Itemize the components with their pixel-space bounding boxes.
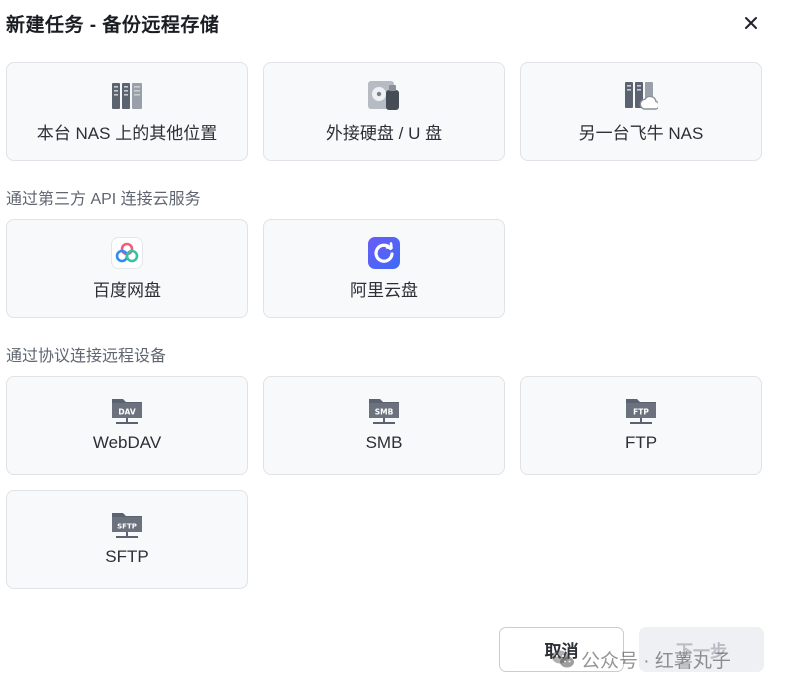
svg-text:FTP: FTP xyxy=(633,408,649,417)
close-icon xyxy=(745,17,757,29)
cancel-button[interactable]: 取消 xyxy=(499,627,624,672)
webdav-folder-icon: DAV xyxy=(110,393,144,427)
external-drive-icon xyxy=(367,79,401,113)
dialog-title: 新建任务 - 备份远程存储 xyxy=(6,15,220,36)
card-another-nas[interactable]: 另一台飞牛 NAS xyxy=(520,62,762,161)
card-external-drive[interactable]: 外接硬盘 / U 盘 xyxy=(263,62,505,161)
card-label: SMB xyxy=(365,433,403,452)
close-button[interactable] xyxy=(740,12,762,34)
card-label: SFTP xyxy=(105,547,149,566)
section-title-protocol: 通过协议连接远程设备 xyxy=(6,348,167,365)
card-label: WebDAV xyxy=(92,433,162,452)
next-step-button[interactable]: 下一步 xyxy=(639,627,764,672)
card-aliyun-drive[interactable]: 阿里云盘 xyxy=(263,219,505,318)
ftp-folder-icon: FTP xyxy=(624,393,658,427)
card-label: FTP xyxy=(624,433,658,452)
card-label: 阿里云盘 xyxy=(350,281,418,300)
card-baidu-netdisk[interactable]: 百度网盘 xyxy=(6,219,248,318)
card-ftp[interactable]: FTP FTP xyxy=(520,376,762,475)
server-rack-icon xyxy=(110,79,144,113)
card-label: 外接硬盘 / U 盘 xyxy=(325,124,443,143)
sftp-folder-icon: SFTP xyxy=(110,507,144,541)
card-label: 另一台飞牛 NAS xyxy=(578,124,704,143)
card-label: 百度网盘 xyxy=(93,281,161,300)
section-title-cloud: 通过第三方 API 连接云服务 xyxy=(6,191,201,208)
card-webdav[interactable]: DAV WebDAV xyxy=(6,376,248,475)
smb-folder-icon: SMB xyxy=(367,393,401,427)
card-local-location[interactable]: 本台 NAS 上的其他位置 xyxy=(6,62,248,161)
card-smb[interactable]: SMB SMB xyxy=(263,376,505,475)
aliyun-drive-icon xyxy=(367,236,401,270)
card-sftp[interactable]: SFTP SFTP xyxy=(6,490,248,589)
nas-cloud-icon xyxy=(624,79,658,113)
card-label: 本台 NAS 上的其他位置 xyxy=(36,124,218,143)
svg-text:DAV: DAV xyxy=(118,408,136,417)
svg-text:SFTP: SFTP xyxy=(117,523,137,531)
svg-text:SMB: SMB xyxy=(375,408,394,417)
baidu-netdisk-icon xyxy=(110,236,144,270)
